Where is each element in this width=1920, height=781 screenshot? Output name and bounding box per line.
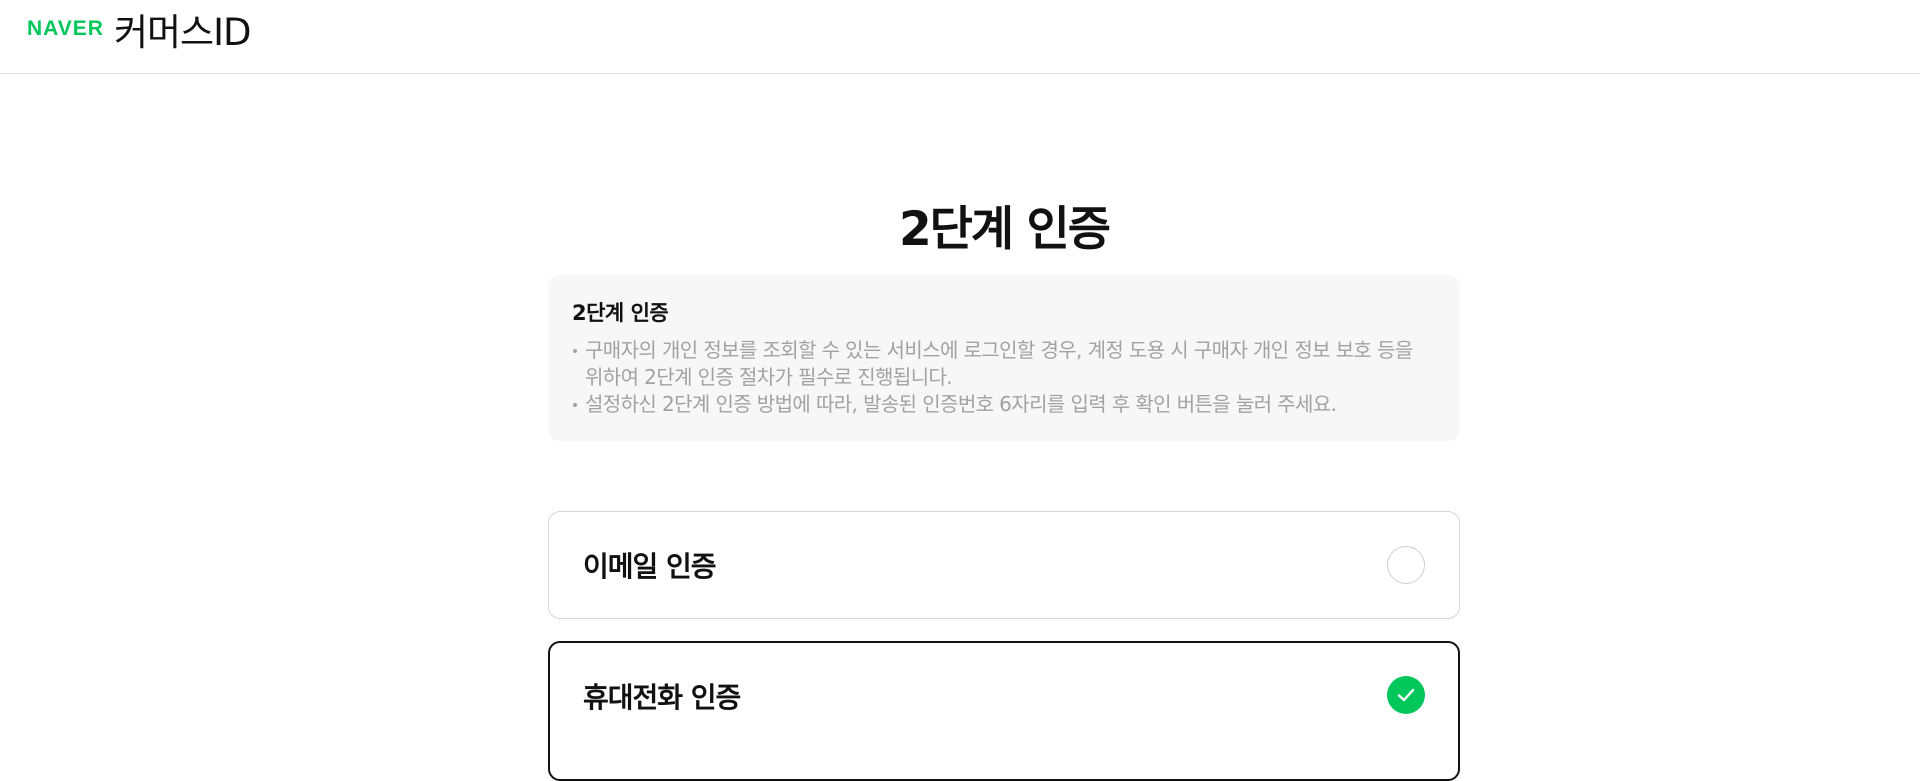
page-title: 2단계 인증 [898, 202, 1111, 257]
checkmark-glyph [1397, 688, 1415, 702]
notice-item: 구매자의 개인 정보를 조회할 수 있는 서비스에 로그인할 경우, 계정 도용… [572, 337, 1436, 391]
notice-box: 2단계 인증 구매자의 개인 정보를 조회할 수 있는 서비스에 로그인할 경우… [548, 275, 1460, 441]
notice-title: 2단계 인증 [572, 301, 669, 325]
phone-auth-option[interactable]: 휴대전화 인증 [548, 641, 1460, 781]
notice-list: 구매자의 개인 정보를 조회할 수 있는 서비스에 로그인할 경우, 계정 도용… [572, 337, 1436, 418]
notice-item: 설정하신 2단계 인증 방법에 따라, 발송된 인증번호 6자리를 입력 후 확… [572, 391, 1436, 418]
check-icon[interactable] [1387, 676, 1425, 714]
radio-empty-icon[interactable] [1387, 546, 1425, 584]
header: NAVER 커머스ID [0, 0, 1920, 74]
phone-auth-label: 휴대전화 인증 [583, 681, 741, 714]
logo[interactable]: NAVER 커머스ID [27, 0, 252, 58]
email-auth-label: 이메일 인증 [583, 550, 717, 583]
service-name: 커머스ID [113, 11, 252, 54]
email-auth-option[interactable]: 이메일 인증 [548, 511, 1460, 619]
naver-logo-text: NAVER [27, 17, 104, 40]
